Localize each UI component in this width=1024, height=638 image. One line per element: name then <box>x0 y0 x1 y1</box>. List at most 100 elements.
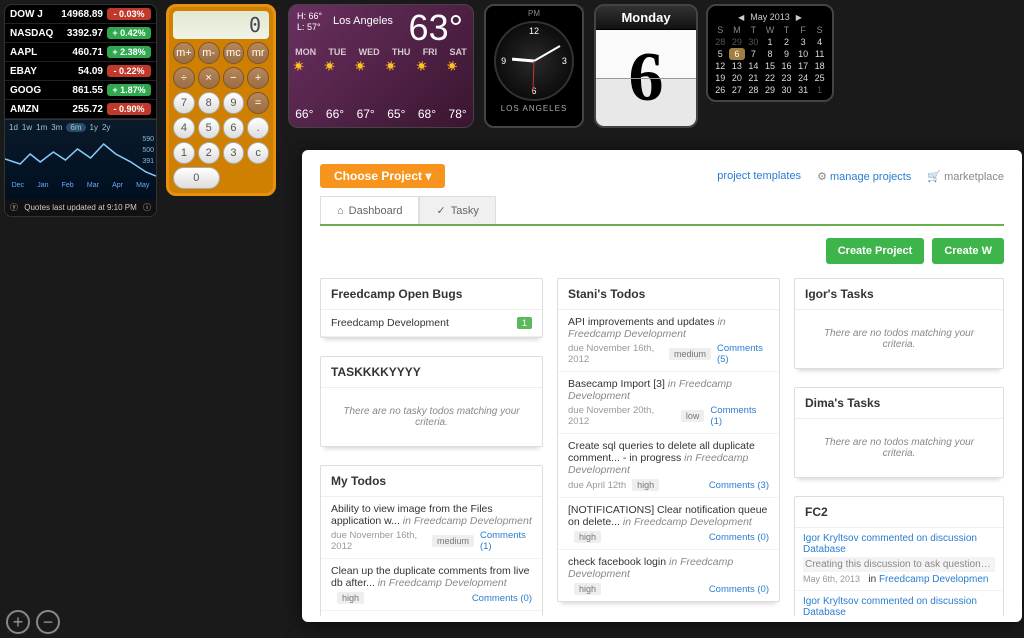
cal-next[interactable]: ▶ <box>796 13 802 22</box>
cal-day[interactable]: 16 <box>778 60 795 72</box>
calc-key-mr[interactable]: mr <box>247 42 269 64</box>
task-row[interactable]: Basecamp Import [3] in Freedcamp Develop… <box>558 372 779 434</box>
task-row[interactable]: CRM IMPROVEMENTS in Freedcamp Developmen… <box>321 611 542 622</box>
calc-key-5[interactable]: 5 <box>198 117 220 139</box>
create-w-button[interactable]: Create W <box>932 238 1004 264</box>
cal-day[interactable]: 30 <box>745 36 762 48</box>
tab-tasky[interactable]: ✓Tasky <box>419 196 495 224</box>
cal-day[interactable]: 9 <box>778 48 795 60</box>
cal-day[interactable]: 15 <box>762 60 779 72</box>
stock-row[interactable]: EBAY54.09- 0.22% <box>5 62 156 81</box>
cal-day[interactable]: 8 <box>762 48 779 60</box>
comments-link[interactable]: Comments (5) <box>717 343 769 365</box>
calc-key-÷[interactable]: ÷ <box>173 67 195 89</box>
cal-day[interactable]: 20 <box>729 72 746 84</box>
cal-day[interactable]: 22 <box>762 72 779 84</box>
task-row[interactable]: Clean up the duplicate comments from liv… <box>321 559 542 611</box>
cal-day[interactable]: 1 <box>811 84 828 96</box>
cal-day[interactable]: 7 <box>745 48 762 60</box>
choose-project-button[interactable]: Choose Project <box>320 164 445 188</box>
range-1m[interactable]: 1m <box>36 123 47 132</box>
calc-key-2[interactable]: 2 <box>198 142 220 164</box>
tab-dashboard[interactable]: ⌂Dashboard <box>320 196 419 224</box>
calc-key-4[interactable]: 4 <box>173 117 195 139</box>
cal-day[interactable]: 31 <box>795 84 812 96</box>
calc-key-mc[interactable]: mc <box>223 42 245 64</box>
cal-day[interactable]: 24 <box>795 72 812 84</box>
range-1y[interactable]: 1y <box>90 123 98 132</box>
feed-item[interactable]: Igor Kryltsov commented on discussion Da… <box>795 528 1003 591</box>
cal-day[interactable]: 11 <box>811 48 828 60</box>
cal-day[interactable]: 18 <box>811 60 828 72</box>
task-row[interactable]: Ability to view image from the Files app… <box>321 497 542 559</box>
stock-row[interactable]: NASDAQ3392.97+ 0.42% <box>5 24 156 43</box>
cal-day[interactable]: 10 <box>795 48 812 60</box>
comments-link[interactable]: Comments (0) <box>472 593 532 604</box>
marketplace-link[interactable]: 🛒 marketplace <box>927 170 1004 183</box>
stock-row[interactable]: AAPL460.71+ 2.38% <box>5 43 156 62</box>
cal-prev[interactable]: ◀ <box>738 13 744 22</box>
range-6m[interactable]: 6m <box>66 123 85 132</box>
cal-day[interactable]: 17 <box>795 60 812 72</box>
cal-day[interactable]: 2 <box>778 36 795 48</box>
comments-link[interactable]: Comments (3) <box>709 480 769 491</box>
calc-key-1[interactable]: 1 <box>173 142 195 164</box>
feed-item[interactable]: Igor Kryltsov commented on discussion Da… <box>795 591 1003 622</box>
add-widget-button[interactable]: + <box>6 610 30 634</box>
cal-day[interactable]: 26 <box>712 84 729 96</box>
cal-day[interactable]: 19 <box>712 72 729 84</box>
cal-day[interactable]: 13 <box>729 60 746 72</box>
cal-day[interactable]: 28 <box>712 36 729 48</box>
calc-key-7[interactable]: 7 <box>173 92 195 114</box>
project-templates-link[interactable]: project templates <box>717 170 801 183</box>
cal-day[interactable]: 29 <box>762 84 779 96</box>
range-3m[interactable]: 3m <box>51 123 62 132</box>
cal-day[interactable]: 29 <box>729 36 746 48</box>
cal-day[interactable]: 1 <box>762 36 779 48</box>
stock-row[interactable]: AMZN255.72- 0.90% <box>5 100 156 119</box>
calc-key-m-[interactable]: m- <box>198 42 220 64</box>
cal-day[interactable]: 25 <box>811 72 828 84</box>
cal-day[interactable]: 14 <box>745 60 762 72</box>
stock-row[interactable]: GOOG861.55+ 1.87% <box>5 81 156 100</box>
range-2y[interactable]: 2y <box>102 123 110 132</box>
calc-key-3[interactable]: 3 <box>223 142 245 164</box>
calc-key-.[interactable]: . <box>247 117 269 139</box>
cal-day[interactable]: 6 <box>729 48 746 60</box>
stock-row[interactable]: DOW J14968.89- 0.03% <box>5 5 156 24</box>
calc-key-+[interactable]: + <box>247 67 269 89</box>
manage-projects-link[interactable]: manage projects <box>817 170 911 183</box>
calc-key-8[interactable]: 8 <box>198 92 220 114</box>
task-row[interactable]: check facebook login in Freedcamp Develo… <box>558 550 779 601</box>
cal-day[interactable]: 5 <box>712 48 729 60</box>
calc-key-c[interactable]: c <box>247 142 269 164</box>
task-row[interactable]: [NOTIFICATIONS] Clear notification queue… <box>558 498 779 550</box>
cal-day[interactable]: 30 <box>778 84 795 96</box>
remove-widget-button[interactable]: − <box>36 610 60 634</box>
task-row[interactable]: API improvements and updates in Freedcam… <box>558 310 779 372</box>
range-1d[interactable]: 1d <box>9 123 18 132</box>
calc-key-6[interactable]: 6 <box>223 117 245 139</box>
cal-day[interactable]: 27 <box>729 84 746 96</box>
comments-link[interactable]: Comments (1) <box>480 530 532 552</box>
calc-key-0[interactable]: 0 <box>173 167 220 189</box>
task-row[interactable]: Create sql queries to delete all duplica… <box>558 434 779 498</box>
create-project-button[interactable]: Create Project <box>826 238 925 264</box>
cal-day[interactable]: 23 <box>778 72 795 84</box>
calc-key-9[interactable]: 9 <box>223 92 245 114</box>
cal-day[interactable]: 12 <box>712 60 729 72</box>
range-1w[interactable]: 1w <box>22 123 32 132</box>
calc-key-×[interactable]: × <box>198 67 220 89</box>
calc-key-−[interactable]: − <box>223 67 245 89</box>
calc-key-m+[interactable]: m+ <box>173 42 195 64</box>
cal-day[interactable]: 4 <box>811 36 828 48</box>
cal-day[interactable]: 3 <box>795 36 812 48</box>
comments-link[interactable]: Comments (0) <box>709 584 769 595</box>
project-row[interactable]: Freedcamp Development1 <box>321 310 542 337</box>
calc-key-=[interactable]: = <box>247 92 269 114</box>
cal-day[interactable]: 28 <box>745 84 762 96</box>
info-icon[interactable]: ⓘ <box>143 202 151 213</box>
comments-link[interactable]: Comments (1) <box>710 405 769 427</box>
comments-link[interactable]: Comments (0) <box>709 532 769 543</box>
cal-day[interactable]: 21 <box>745 72 762 84</box>
